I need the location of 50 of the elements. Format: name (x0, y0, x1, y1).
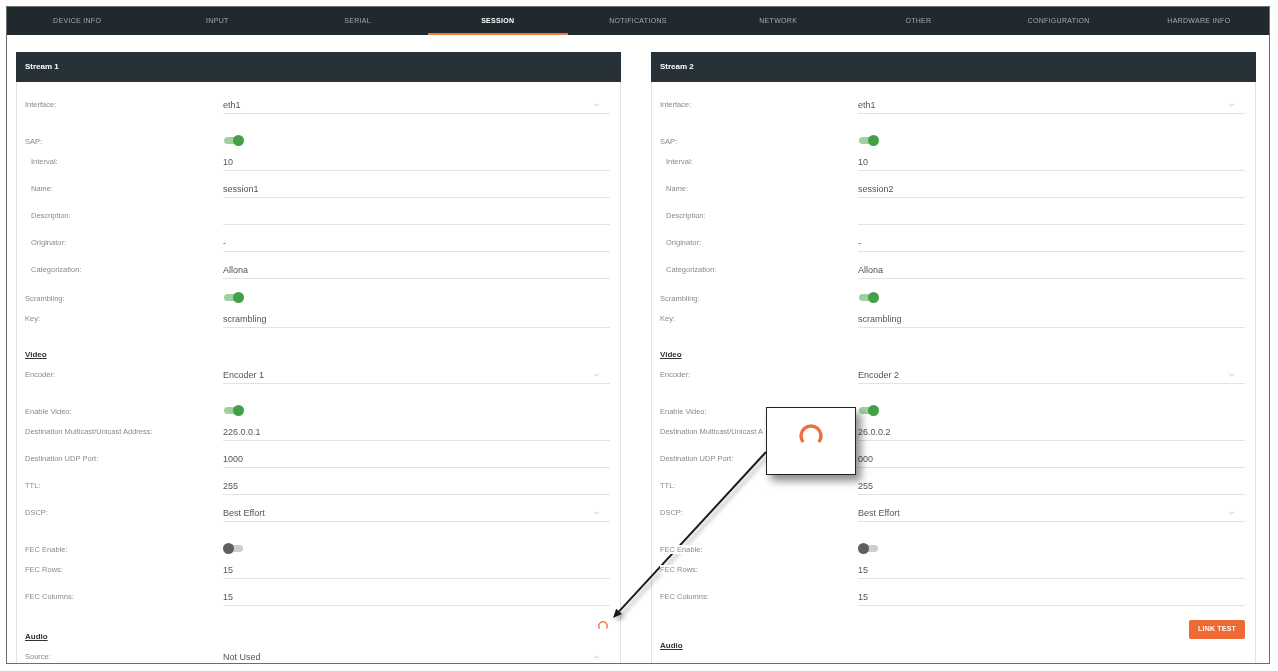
text-field[interactable]: scrambling (223, 313, 610, 328)
text-field[interactable]: 255 (223, 480, 610, 495)
text-field[interactable]: 15 (223, 564, 610, 579)
text-field[interactable]: 15 (858, 564, 1245, 579)
toggle-switch[interactable] (223, 134, 244, 146)
toggle-switch[interactable] (223, 291, 244, 303)
text-field[interactable]: 15 (223, 591, 610, 606)
section-heading: Video (660, 349, 682, 361)
text-field[interactable]: 255 (858, 480, 1245, 495)
text-field[interactable]: - (858, 237, 1245, 252)
text-field[interactable]: 26.0.0.2 (858, 426, 1245, 441)
chevron-down-icon (593, 655, 600, 659)
text-field[interactable]: 15 (858, 591, 1245, 606)
toggle-switch[interactable] (858, 291, 879, 303)
section-heading: Video (25, 349, 47, 361)
toggle-switch[interactable] (223, 404, 244, 416)
panel-title: Stream 2 (660, 61, 694, 73)
text-field[interactable]: 10 (223, 156, 610, 171)
select-field[interactable]: Encoder 1 (223, 369, 610, 384)
text-field[interactable]: Allona (223, 264, 610, 279)
chevron-down-icon (593, 511, 600, 515)
text-field[interactable]: scrambling (858, 313, 1245, 328)
chevron-down-icon (1228, 103, 1235, 107)
select-field[interactable]: eth1 (858, 99, 1245, 114)
text-field[interactable]: Allona (858, 264, 1245, 279)
toggle-switch[interactable] (858, 134, 879, 146)
text-field[interactable]: 000 (858, 453, 1245, 468)
loading-spinner-icon (598, 621, 608, 629)
text-field[interactable]: 1000 (223, 453, 610, 468)
text-field[interactable]: 226.0.0.1 (223, 426, 610, 441)
text-field[interactable]: 10 (858, 156, 1245, 171)
select-field[interactable]: Best Effort (223, 507, 610, 522)
toggle-switch[interactable] (223, 542, 244, 554)
toggle-switch[interactable] (858, 404, 879, 416)
panel-title: Stream 1 (25, 61, 59, 73)
toggle-switch[interactable] (858, 542, 879, 554)
select-field[interactable]: Encoder 2 (858, 369, 1245, 384)
section-heading: Audio (25, 631, 48, 643)
text-field[interactable]: session1 (223, 183, 610, 198)
text-field[interactable]: - (223, 237, 610, 252)
select-field[interactable]: eth1 (223, 99, 610, 114)
chevron-down-icon (593, 103, 600, 107)
select-field[interactable]: Best Effort (858, 507, 1245, 522)
chevron-down-icon (1228, 373, 1235, 377)
chevron-down-icon (593, 373, 600, 377)
chevron-down-icon (1228, 511, 1235, 515)
section-heading: Audio (660, 640, 683, 652)
loading-spinner-icon (799, 424, 823, 443)
select-field[interactable]: Not Used (223, 651, 610, 663)
text-field[interactable]: session2 (858, 183, 1245, 198)
